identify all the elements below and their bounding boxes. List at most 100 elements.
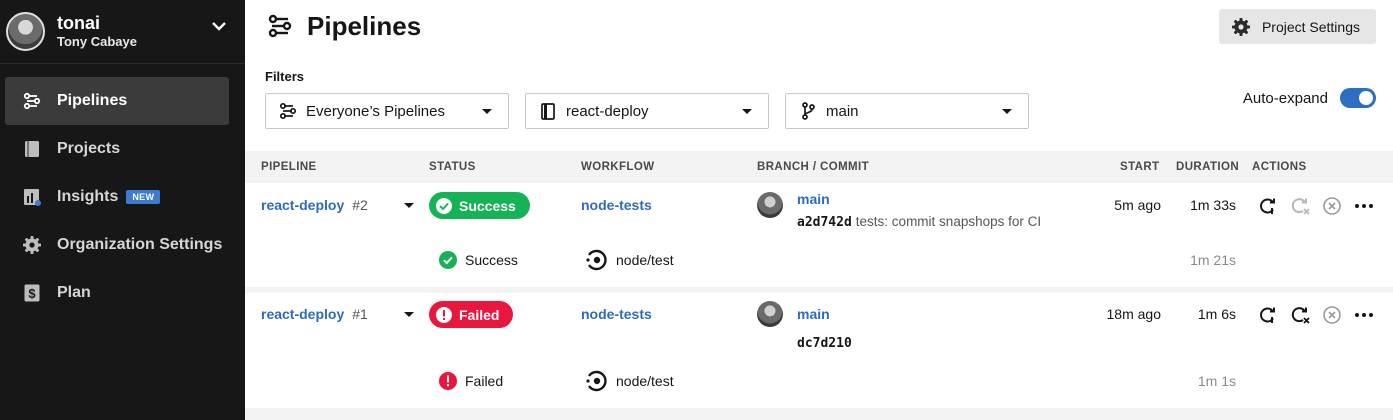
- new-badge: NEW: [126, 190, 161, 204]
- project-settings-label: Project Settings: [1261, 18, 1360, 35]
- book-icon: [22, 139, 42, 159]
- rerun-icon[interactable]: [1257, 304, 1279, 326]
- branch-link[interactable]: main: [797, 191, 830, 207]
- alert-circle-icon: [436, 306, 452, 323]
- more-icon[interactable]: [1353, 304, 1375, 326]
- caret-down-icon: [1002, 109, 1012, 114]
- pipelines-icon: [268, 14, 292, 38]
- check-circle-icon: [436, 197, 452, 214]
- main-content: Pipelines Project Settings Filters Every…: [245, 0, 1393, 420]
- avatar: [6, 12, 45, 51]
- branch-filter-value: main: [826, 102, 859, 120]
- table-header: PIPELINE STATUS WORKFLOW BRANCH / COMMIT…: [245, 151, 1393, 183]
- column-header-status: STATUS: [429, 161, 476, 173]
- sidebar-item-plan[interactable]: $ Plan: [5, 269, 229, 317]
- sidebar-item-projects[interactable]: Projects: [5, 125, 229, 173]
- user-name: Tony Cabaye: [57, 33, 137, 49]
- job-duration: 1m 1s: [1197, 373, 1236, 389]
- sidebar: tonai Tony Cabaye Pipelines Projects Ins…: [0, 0, 245, 420]
- rerun-failed-icon[interactable]: [1289, 304, 1311, 326]
- chevron-down-icon[interactable]: [209, 16, 229, 36]
- job-name: node/test: [616, 373, 674, 389]
- branch-filter-select[interactable]: main: [785, 93, 1029, 129]
- svg-text:$: $: [28, 286, 36, 301]
- job-duration: 1m 21s: [1190, 252, 1236, 268]
- job-link[interactable]: node/test: [585, 249, 674, 271]
- auto-expand-setting: Auto-expand: [1243, 88, 1376, 108]
- caret-down-icon: [482, 109, 492, 114]
- sidebar-item-organization-settings[interactable]: Organization Settings: [5, 221, 229, 269]
- cancel-icon[interactable]: [1321, 304, 1343, 326]
- owner-filter-select[interactable]: Everyone’s Pipelines: [265, 93, 509, 129]
- commit-hash[interactable]: dc7d210: [797, 336, 852, 351]
- status-badge: Failed: [429, 301, 514, 328]
- filters-label: Filters: [265, 69, 305, 84]
- start-time: 5m ago: [1114, 197, 1161, 213]
- pipeline-link[interactable]: react-deploy: [261, 197, 344, 213]
- expand-row-caret-icon[interactable]: [404, 203, 414, 208]
- sidebar-item-insights[interactable]: Insights NEW: [5, 173, 229, 221]
- job-status: Failed: [438, 371, 503, 391]
- avatar: [757, 301, 783, 327]
- chart-icon: [22, 187, 42, 207]
- column-header-duration: DURATION: [1176, 161, 1240, 173]
- expand-row-caret-icon[interactable]: [404, 312, 414, 317]
- commit-hash[interactable]: a2d742d: [797, 215, 852, 230]
- check-circle-icon: [439, 251, 457, 269]
- auto-expand-toggle[interactable]: [1340, 88, 1376, 108]
- dollar-icon: $: [22, 283, 42, 303]
- project-filter-value: react-deploy: [566, 102, 649, 120]
- job-name: node/test: [616, 252, 674, 268]
- pipelines-icon: [22, 91, 42, 111]
- auto-expand-label: Auto-expand: [1242, 89, 1328, 107]
- gear-icon: [1231, 17, 1250, 36]
- job-status-label: Success: [465, 252, 518, 268]
- job-link[interactable]: node/test: [585, 370, 674, 392]
- sidebar-item-label: Plan: [57, 284, 91, 301]
- job-status: Success: [438, 250, 518, 270]
- duration: 1m 6s: [1197, 306, 1236, 322]
- project-settings-button[interactable]: Project Settings: [1218, 9, 1376, 44]
- commit-message: tests: commit snapshops for CI: [855, 214, 1042, 229]
- sidebar-item-label: Organization Settings: [57, 236, 223, 253]
- sidebar-item-pipelines[interactable]: Pipelines: [5, 77, 229, 125]
- gear-icon: [22, 235, 42, 255]
- rerun-failed-icon: [1289, 195, 1311, 217]
- book-icon: [539, 102, 557, 120]
- sidebar-item-label: Pipelines: [57, 92, 128, 109]
- branch-link[interactable]: main: [797, 306, 830, 322]
- workflow-link[interactable]: node-tests: [581, 197, 652, 213]
- alert-circle-icon: [439, 372, 457, 390]
- org-switcher[interactable]: tonai Tony Cabaye: [0, 0, 245, 64]
- column-header-branch-commit: BRANCH / COMMIT: [757, 161, 870, 173]
- start-time: 18m ago: [1106, 306, 1161, 322]
- more-icon[interactable]: [1353, 195, 1375, 217]
- column-header-actions: ACTIONS: [1252, 161, 1307, 173]
- status-badge-label: Success: [459, 197, 516, 214]
- column-header-start: START: [1120, 161, 1160, 173]
- duration: 1m 33s: [1190, 197, 1236, 213]
- status-badge-label: Failed: [459, 306, 500, 323]
- sidebar-nav: Pipelines Projects Insights NEW Organiza…: [0, 64, 245, 317]
- workflow-link[interactable]: node-tests: [581, 306, 652, 322]
- row-divider: [245, 408, 1393, 420]
- status-badge: Success: [429, 192, 530, 219]
- branch-icon: [799, 102, 817, 120]
- sidebar-item-label: Projects: [57, 140, 121, 157]
- avatar: [757, 192, 783, 218]
- rerun-icon[interactable]: [1257, 195, 1279, 217]
- project-filter-select[interactable]: react-deploy: [525, 93, 769, 129]
- job-icon: [586, 370, 607, 392]
- org-name: tonai: [57, 12, 100, 33]
- column-header-workflow: WORKFLOW: [581, 161, 655, 173]
- job-icon: [586, 249, 607, 271]
- sidebar-item-label: Insights: [57, 188, 119, 205]
- cancel-icon[interactable]: [1321, 195, 1343, 217]
- pipelines-icon: [279, 102, 297, 120]
- row-divider: [245, 287, 1393, 293]
- pipeline-number: #1: [352, 306, 368, 322]
- page-title: Pipelines: [307, 10, 422, 41]
- job-status-label: Failed: [465, 373, 504, 389]
- pipeline-link[interactable]: react-deploy: [261, 306, 344, 322]
- owner-filter-value: Everyone’s Pipelines: [306, 102, 445, 120]
